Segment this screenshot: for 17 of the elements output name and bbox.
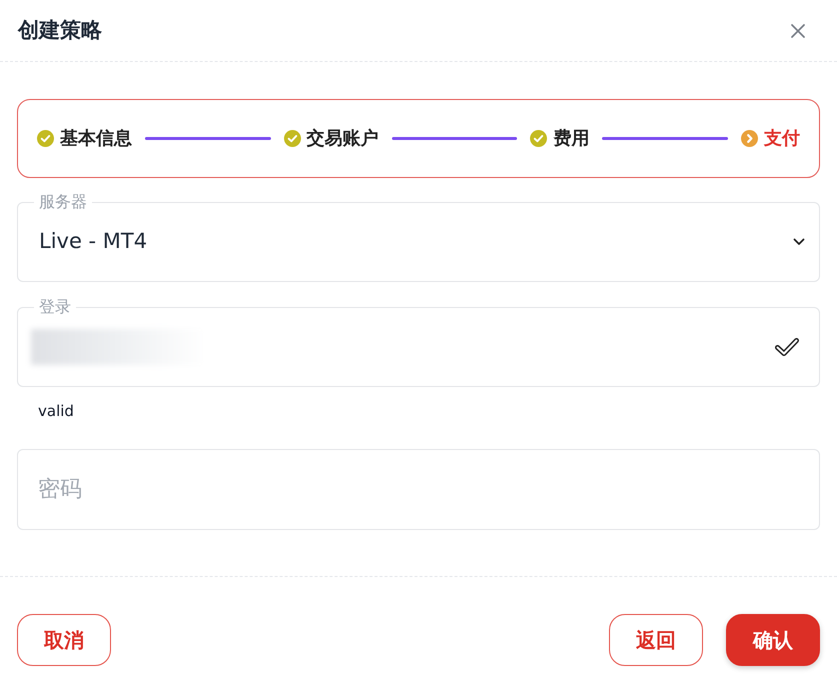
server-select[interactable]: 服务器 Live - MT4 [17, 192, 820, 282]
close-button[interactable] [789, 22, 807, 40]
step-label: 交易账户 [306, 127, 379, 151]
outline-button[interactable]: 取消 [17, 614, 111, 666]
login-field[interactable]: 登录 [17, 297, 820, 387]
validation-message: valid [38, 401, 74, 421]
password-field[interactable]: 密码 [17, 449, 820, 530]
step-label: 支付 [764, 127, 800, 151]
dialog-title: 创建策略 [18, 16, 102, 44]
close-icon [790, 22, 806, 38]
confirm-button[interactable]: 确认 [726, 614, 820, 666]
outline-button[interactable]: 返回 [609, 614, 703, 666]
step-label: 费用 [553, 127, 590, 151]
field-label: 服务器 [38, 192, 88, 212]
step-label: 基本信息 [60, 127, 132, 151]
chevron-down-icon [793, 238, 805, 246]
field-label: 登录 [38, 297, 72, 317]
